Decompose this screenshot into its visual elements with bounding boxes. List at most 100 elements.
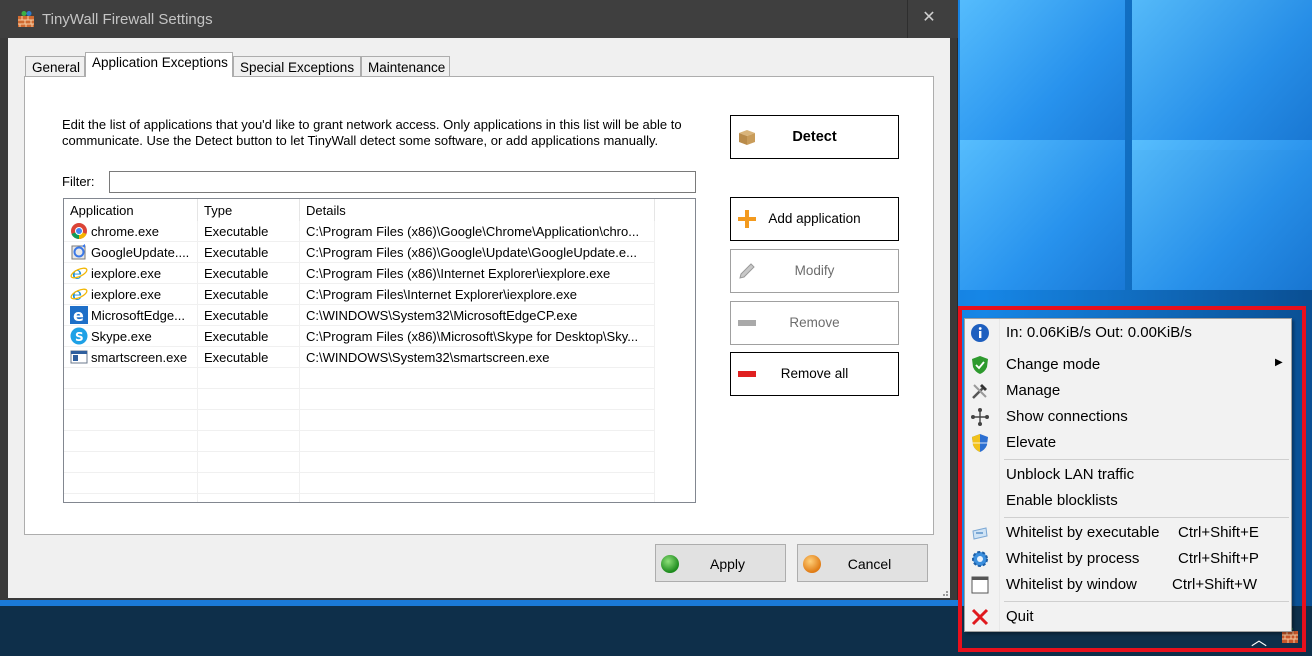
remove-button[interactable]: Remove — [730, 301, 899, 345]
whitelist-window-shortcut: Ctrl+Shift+W — [1172, 576, 1258, 593]
elevate-label: Elevate — [1006, 434, 1057, 451]
row-type: Executable — [198, 242, 300, 263]
whitelist-executable-label: Whitelist by executable — [1006, 524, 1160, 541]
tray-context-menu: In: 0.06KiB/s Out: 0.00KiB/s Change mode… — [964, 318, 1292, 632]
menu-item-manage[interactable]: Manage — [965, 378, 1291, 404]
list-row[interactable]: e MicrosoftEdge... Executable C:\WINDOWS… — [64, 305, 695, 326]
modify-label: Modify — [794, 263, 835, 278]
row-type: Executable — [198, 221, 300, 242]
list-row[interactable]: smartscreen.exe Executable C:\WINDOWS\Sy… — [64, 347, 695, 368]
skype-icon: S — [70, 327, 88, 345]
chrome-icon — [71, 223, 87, 240]
menu-item-enable-blocklists[interactable]: Enable blocklists — [965, 488, 1291, 514]
detect-label: Detect — [792, 129, 837, 145]
list-row[interactable]: e iexplore.exe Executable C:\Program Fil… — [64, 284, 695, 305]
row-app-name: Skype.exe — [91, 329, 152, 344]
menu-separator — [1004, 517, 1289, 518]
menu-item-quit[interactable]: Quit — [965, 604, 1291, 630]
gear-icon — [972, 551, 988, 567]
column-header-application[interactable]: Application — [64, 199, 198, 221]
row-type: Executable — [198, 305, 300, 326]
whitelist-process-label: Whitelist by process — [1006, 550, 1140, 567]
tab-special-exceptions[interactable]: Special Exceptions — [233, 56, 361, 77]
row-application: e iexplore.exe — [64, 263, 198, 284]
menu-item-whitelist-window[interactable]: Whitelist by window Ctrl+Shift+W — [965, 572, 1291, 598]
tab-general[interactable]: General — [25, 56, 85, 77]
change-mode-label: Change mode — [1006, 356, 1101, 373]
settings-window: TinyWall Firewall Settings ✕ General App… — [0, 0, 958, 600]
submenu-arrow-icon: ▶ — [1275, 357, 1283, 368]
detect-button[interactable]: Detect — [730, 115, 899, 159]
cancel-button[interactable]: Cancel — [797, 544, 928, 582]
smartscreen-icon — [70, 350, 88, 364]
row-app-name: iexplore.exe — [91, 287, 162, 302]
column-header-type[interactable]: Type — [198, 199, 300, 221]
svg-text:S: S — [75, 330, 84, 344]
filter-input[interactable] — [109, 171, 696, 193]
application-exceptions-panel: Edit the list of applications that you'd… — [24, 76, 934, 535]
window-title: TinyWall Firewall Settings — [42, 11, 213, 28]
row-application: S Skype.exe — [64, 326, 198, 347]
whitelist-executable-shortcut: Ctrl+Shift+E — [1178, 524, 1259, 541]
edge-icon: e — [70, 306, 88, 324]
modify-button[interactable]: Modify — [730, 249, 899, 293]
add-application-button[interactable]: Add application — [730, 197, 899, 241]
row-details: C:\Program Files (x86)\Google\Update\Goo… — [300, 242, 655, 263]
manage-label: Manage — [1006, 382, 1061, 399]
internet-explorer-icon: e — [70, 264, 88, 282]
filter-label: Filter: — [62, 174, 95, 189]
whitelist-process-shortcut: Ctrl+Shift+P — [1178, 550, 1259, 567]
info-icon — [971, 324, 989, 342]
tab-application-exceptions[interactable]: Application Exceptions — [85, 52, 233, 77]
list-row[interactable]: S Skype.exe Executable C:\Program Files … — [64, 326, 695, 347]
google-update-icon — [71, 244, 86, 260]
remove-label: Remove — [789, 315, 840, 330]
svg-text:e: e — [73, 306, 84, 324]
menu-separator — [1004, 601, 1289, 602]
row-app-name: GoogleUpdate.... — [91, 245, 190, 260]
menu-separator — [1004, 459, 1289, 460]
row-type: Executable — [198, 284, 300, 305]
row-application: chrome.exe — [64, 221, 198, 242]
application-list[interactable]: Application Type Details chrome.exe Exec… — [63, 198, 696, 503]
menu-item-unblock-lan[interactable]: Unblock LAN traffic — [965, 462, 1291, 488]
panel-description: Edit the list of applications that you'd… — [62, 117, 682, 148]
enable-blocklists-label: Enable blocklists — [1006, 492, 1118, 509]
row-details: C:\Program Files\Internet Explorer\iexpl… — [300, 284, 655, 305]
row-details: C:\Program Files (x86)\Google\Chrome\App… — [300, 221, 655, 242]
row-application: GoogleUpdate.... — [64, 242, 198, 263]
remove-all-button[interactable]: Remove all — [730, 352, 899, 396]
menu-item-change-mode[interactable]: Change mode ▶ — [965, 352, 1291, 378]
menu-item-elevate[interactable]: Elevate — [965, 430, 1291, 456]
traffic-label: In: 0.06KiB/s Out: 0.00KiB/s — [1006, 324, 1192, 341]
list-row[interactable]: GoogleUpdate.... Executable C:\Program F… — [64, 242, 695, 263]
internet-explorer-icon: e — [70, 285, 88, 303]
menu-item-show-connections[interactable]: Show connections — [965, 404, 1291, 430]
resize-grip-icon[interactable] — [942, 590, 948, 596]
menu-traffic-info: In: 0.06KiB/s Out: 0.00KiB/s — [965, 320, 1291, 346]
apply-button[interactable]: Apply — [655, 544, 786, 582]
list-row[interactable]: e iexplore.exe Executable C:\Program Fil… — [64, 263, 695, 284]
cancel-label: Cancel — [847, 556, 892, 572]
network-icon — [971, 408, 989, 426]
row-type: Executable — [198, 347, 300, 368]
row-app-name: iexplore.exe — [91, 266, 162, 281]
row-app-name: chrome.exe — [91, 224, 159, 239]
row-application: e iexplore.exe — [64, 284, 198, 305]
title-bar[interactable]: TinyWall Firewall Settings ✕ — [0, 0, 958, 38]
window-icon — [971, 576, 989, 594]
column-header-details[interactable]: Details — [300, 199, 655, 221]
red-x-icon — [971, 608, 989, 626]
close-button[interactable]: ✕ — [908, 0, 950, 38]
menu-item-whitelist-process[interactable]: Whitelist by process Ctrl+Shift+P — [965, 546, 1291, 572]
window-client-area: General Application Exceptions Special E… — [8, 38, 950, 598]
shield-green-icon — [972, 356, 988, 374]
tools-icon — [972, 384, 987, 399]
quit-label: Quit — [1006, 608, 1034, 625]
menu-item-whitelist-executable[interactable]: Whitelist by executable Ctrl+Shift+E — [965, 520, 1291, 546]
row-details: C:\WINDOWS\System32\MicrosoftEdgeCP.exe — [300, 305, 655, 326]
list-row[interactable]: chrome.exe Executable C:\Program Files (… — [64, 221, 695, 242]
row-type: Executable — [198, 263, 300, 284]
tab-maintenance[interactable]: Maintenance — [361, 56, 450, 77]
row-app-name: smartscreen.exe — [91, 350, 188, 365]
